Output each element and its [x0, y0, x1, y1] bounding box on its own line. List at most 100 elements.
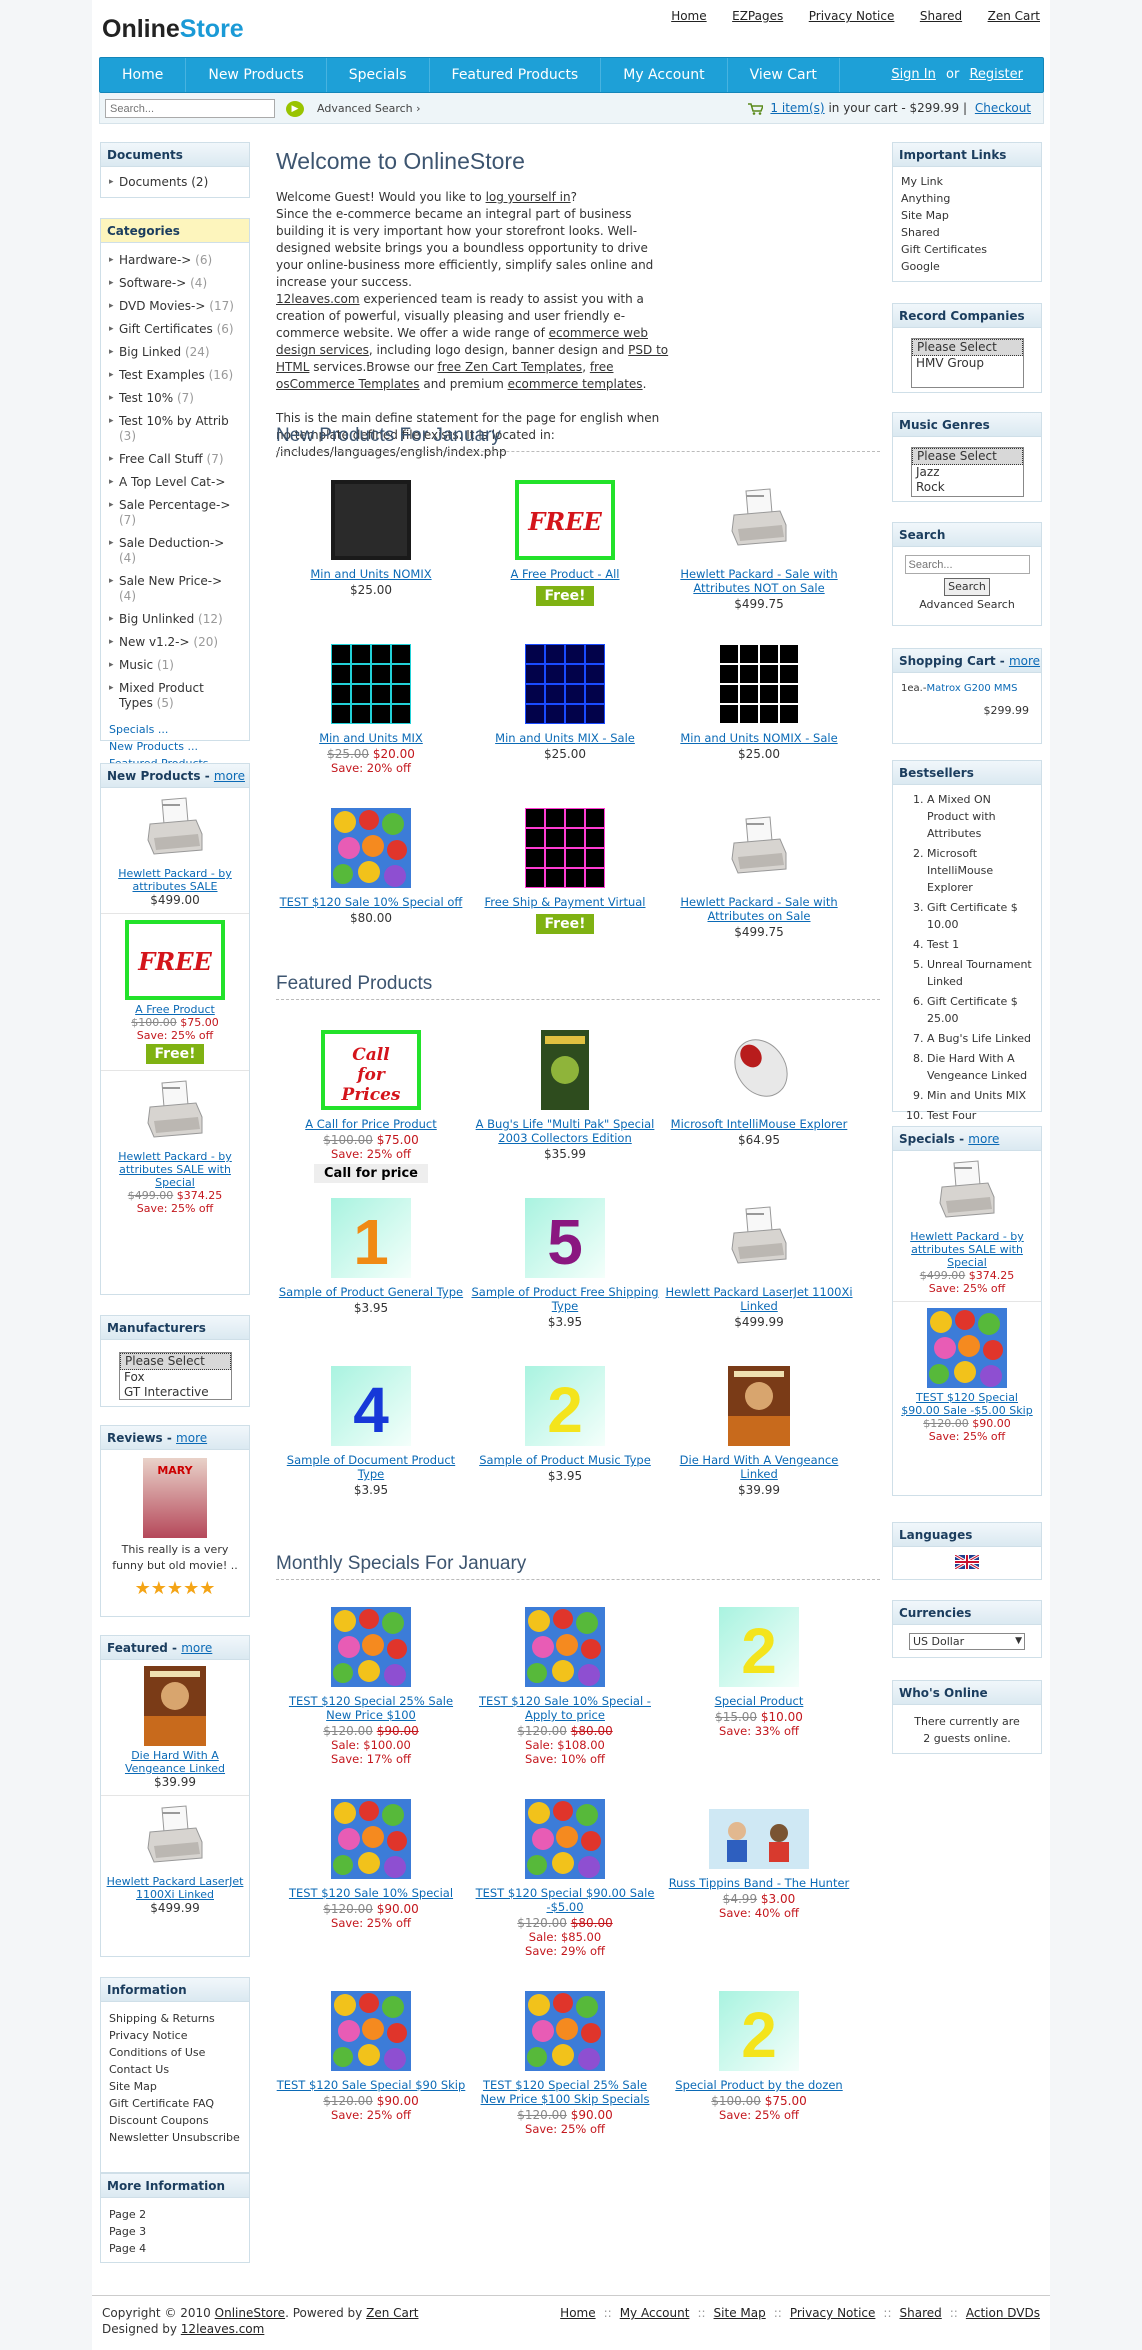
product-name[interactable]: Hewlett Packard LaserJet 1100Xi Linked — [665, 1285, 852, 1313]
sidebar-advanced-search[interactable]: Advanced Search — [893, 598, 1041, 611]
product-card[interactable]: Min and Units NOMIX $25.00 — [276, 480, 466, 597]
product-image[interactable] — [470, 1607, 660, 1694]
product-image[interactable] — [470, 643, 660, 731]
product-image[interactable] — [470, 1991, 660, 2078]
footer-link[interactable]: Site Map — [714, 2306, 766, 2320]
product-image[interactable]: 5 — [470, 1198, 660, 1285]
sidebar-link[interactable]: Newsletter Unsubscribe — [109, 2129, 241, 2146]
record-companies-select[interactable]: Please Select HMV Group — [911, 338, 1024, 388]
category-item[interactable]: DVD Movies-> (17) — [109, 299, 241, 314]
product-card[interactable]: Min and Units MIX $25.00 $20.00 Save: 20% … — [276, 643, 466, 775]
right-specials-more[interactable]: more — [968, 1132, 999, 1146]
log-in-link[interactable]: log yourself in — [486, 190, 571, 204]
reviews-more[interactable]: more — [176, 1431, 207, 1445]
footer-link[interactable]: My Account — [620, 2306, 690, 2320]
footer-zencart-link[interactable]: Zen Cart — [366, 2306, 418, 2320]
product-card[interactable]: Min and Units MIX - Sale $25.00 — [470, 643, 660, 761]
product-name[interactable]: A Call for Price Product — [305, 1117, 437, 1131]
footer-link[interactable]: Privacy Notice — [790, 2306, 876, 2320]
nav-view-cart[interactable]: View Cart — [728, 58, 840, 92]
category-link[interactable]: Specials ... — [109, 723, 168, 736]
product-name[interactable]: Russ Tippins Band - The Hunter — [669, 1876, 850, 1890]
side-product[interactable]: Hewlett Packard - by attributes SALE wit… — [893, 1151, 1041, 1302]
product-image[interactable] — [664, 1030, 854, 1117]
footer-link[interactable]: Shared — [900, 2306, 942, 2320]
category-item[interactable]: Big Linked (24) — [109, 345, 241, 360]
product-name[interactable]: Special Product by the dozen — [675, 2078, 842, 2092]
footer-link[interactable]: Action DVDs — [966, 2306, 1040, 2320]
sidebar-link[interactable]: Gift Certificate FAQ — [109, 2095, 241, 2112]
footer-link[interactable]: Home — [560, 2306, 595, 2320]
sidebar-link[interactable]: Site Map — [901, 207, 1033, 224]
top-link-ezpages[interactable]: EZPages — [732, 9, 783, 23]
side-product-name[interactable]: Die Hard With A Vengeance Linked — [125, 1749, 225, 1775]
product-name[interactable]: Min and Units NOMIX — [310, 567, 431, 581]
product-card[interactable]: 1 Sample of Product General Type $3.95 — [276, 1198, 466, 1315]
product-card[interactable]: Russ Tippins Band - The Hunter $4.99 $3.0… — [664, 1799, 854, 1920]
product-image[interactable]: 2 — [470, 1366, 660, 1453]
uk-flag-icon[interactable] — [955, 1555, 979, 1569]
product-image[interactable]: 1 — [276, 1198, 466, 1285]
checkout-link[interactable]: Checkout — [975, 101, 1031, 115]
product-name[interactable]: Sample of Product Music Type — [479, 1453, 651, 1467]
product-image[interactable] — [664, 480, 854, 567]
product-image[interactable] — [276, 643, 466, 731]
side-product[interactable]: TEST $120 Special $90.00 Sale -$5.00 Ski… — [893, 1302, 1041, 1449]
product-image[interactable] — [470, 1799, 660, 1886]
sidebar-link[interactable]: Gift Certificates — [901, 241, 1033, 258]
product-image[interactable] — [470, 807, 660, 895]
bestseller-item[interactable]: Die Hard With A Vengeance Linked — [927, 1050, 1033, 1084]
side-product[interactable]: Die Hard With A Vengeance Linked $39.99 — [101, 1660, 249, 1796]
product-card[interactable]: 5 Sample of Product Free Shipping Type $3.… — [470, 1198, 660, 1329]
bestseller-item[interactable]: Gift Certificate $ 25.00 — [927, 993, 1033, 1027]
sidebar-link[interactable]: Anything — [901, 190, 1033, 207]
register-link[interactable]: Register — [969, 67, 1023, 82]
product-name[interactable]: Microsoft IntelliMouse Explorer — [671, 1117, 848, 1131]
footer-store-link[interactable]: OnlineStore — [215, 2306, 285, 2320]
product-image[interactable] — [470, 1030, 660, 1117]
bestseller-item[interactable]: A Bug's Life Linked — [927, 1030, 1033, 1047]
product-name[interactable]: TEST $120 Sale 10% Special - Apply to pr… — [479, 1694, 651, 1722]
product-card[interactable]: 2 Special Product $15.00 $10.00 Save: 33% o… — [664, 1607, 854, 1738]
side-product[interactable]: A Free Product $100.00 $75.00 Save: 25% … — [101, 914, 249, 1071]
sign-in-link[interactable]: Sign In — [891, 67, 936, 82]
leaves-link[interactable]: 12leaves.com — [276, 292, 360, 306]
category-item[interactable]: Gift Certificates (6) — [109, 322, 241, 337]
ecommerce-templates-link[interactable]: ecommerce templates — [508, 377, 643, 391]
sidebar-link[interactable]: Shipping & Returns — [109, 2010, 241, 2027]
bestseller-item[interactable]: Microsoft IntelliMouse Explorer — [927, 845, 1033, 896]
category-item[interactable]: Music (1) — [109, 658, 241, 673]
sidebar-link[interactable]: My Link — [901, 173, 1033, 190]
side-product[interactable]: Hewlett Packard - by attributes SALE $49… — [101, 788, 249, 914]
category-item[interactable]: A Top Level Cat-> — [109, 475, 241, 490]
category-item[interactable]: Mixed Product Types (5) — [109, 681, 241, 711]
top-link-shared[interactable]: Shared — [920, 9, 962, 23]
nav-featured[interactable]: Featured Products — [430, 58, 602, 92]
new-products-more[interactable]: more — [214, 769, 245, 783]
side-product-name[interactable]: A Free Product — [135, 1003, 215, 1016]
category-item[interactable]: Test 10% (7) — [109, 391, 241, 406]
product-name[interactable]: Die Hard With A Vengeance Linked — [680, 1453, 839, 1481]
product-name[interactable]: Min and Units MIX — [319, 731, 423, 745]
side-product-name[interactable]: Hewlett Packard - by attributes SALE wit… — [910, 1230, 1024, 1269]
currency-select[interactable]: US Dollar ▼ — [909, 1633, 1025, 1650]
product-card[interactable]: 2 Sample of Product Music Type $3.95 — [470, 1366, 660, 1483]
product-name[interactable]: Hewlett Packard - Sale with Attributes o… — [680, 895, 837, 923]
sidebar-link[interactable]: Google — [901, 258, 1033, 275]
advanced-search-link[interactable]: Advanced Search › — [317, 102, 421, 115]
product-card[interactable]: A Free Product - All Free! — [470, 480, 660, 606]
manufacturers-select[interactable]: Please Select Fox GT Interactive — [119, 1352, 232, 1400]
product-name[interactable]: TEST $120 Sale Special $90 Skip — [277, 2078, 466, 2092]
product-card[interactable]: Call for Prices A Call for Price Product $10… — [276, 1030, 466, 1183]
nav-home[interactable]: Home — [100, 58, 187, 92]
side-product-name[interactable]: Hewlett Packard - by attributes SALE — [118, 867, 232, 893]
music-genres-select[interactable]: Please Select Jazz Rock — [911, 447, 1024, 497]
product-card[interactable]: TEST $120 Special 25% Sale New Price $10… — [470, 1991, 660, 2136]
product-card[interactable]: TEST $120 Sale 10% Special $120.00 $90.00… — [276, 1799, 466, 1930]
product-image[interactable] — [276, 1799, 466, 1886]
product-name[interactable]: TEST $120 Special 25% Sale New Price $10… — [289, 1694, 453, 1722]
product-name[interactable]: Special Product — [715, 1694, 804, 1708]
product-name[interactable]: Min and Units NOMIX - Sale — [680, 731, 837, 745]
side-product-name[interactable]: Hewlett Packard - by attributes SALE wit… — [118, 1150, 232, 1189]
cart-more[interactable]: more — [1009, 654, 1040, 668]
